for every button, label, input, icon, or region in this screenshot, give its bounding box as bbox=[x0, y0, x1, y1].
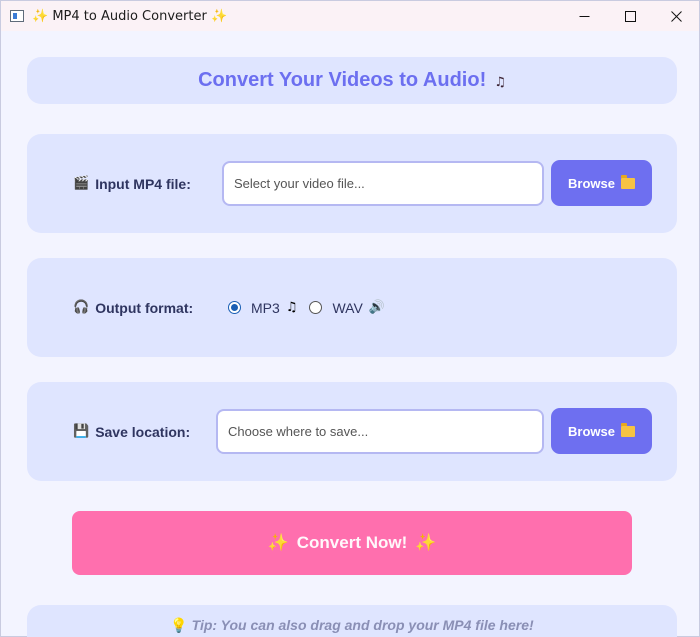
save-location-placeholder: Choose where to save... bbox=[228, 424, 369, 439]
save-location-field[interactable]: Choose where to save... bbox=[216, 409, 544, 454]
minimize-icon bbox=[579, 15, 589, 17]
headphones-icon: 🎧 bbox=[73, 300, 90, 315]
save-location-panel: 💾 Save location: Choose where to save...… bbox=[27, 382, 677, 481]
sparkle-icon: ✨ bbox=[267, 533, 289, 553]
format-option-mp3[interactable]: MP3 ♫ bbox=[228, 300, 297, 316]
tip-panel[interactable]: 💡 Tip: You can also drag and drop your M… bbox=[27, 605, 677, 637]
app-window: ✨ MP4 to Audio Converter ✨ Convert Your … bbox=[0, 0, 700, 637]
minimize-button[interactable] bbox=[561, 1, 607, 31]
input-file-panel: 🎬 Input MP4 file: Select your video file… bbox=[27, 134, 677, 233]
title-bar[interactable]: ✨ MP4 to Audio Converter ✨ bbox=[1, 1, 699, 31]
music-note-icon: ♫ bbox=[285, 300, 298, 315]
input-file-label: 🎬 Input MP4 file: bbox=[73, 176, 191, 192]
maximize-button[interactable] bbox=[607, 1, 653, 31]
app-icon bbox=[10, 10, 24, 22]
music-note-icon: ♫ bbox=[494, 75, 506, 90]
maximize-icon bbox=[624, 10, 636, 22]
tip-message: Tip: You can also drag and drop your MP4… bbox=[191, 617, 534, 633]
browse-save-label: Browse bbox=[568, 423, 615, 439]
save-location-label: 💾 Save location: bbox=[73, 424, 190, 440]
window-controls bbox=[561, 1, 699, 31]
close-button[interactable] bbox=[653, 1, 699, 31]
browse-input-label: Browse bbox=[568, 175, 615, 191]
output-format-label: 🎧 Output format: bbox=[73, 300, 193, 316]
speaker-icon: 🔊 bbox=[368, 300, 385, 315]
wav-label: WAV bbox=[332, 299, 363, 316]
clapperboard-icon: 🎬 bbox=[73, 176, 90, 191]
sparkle-icon: ✨ bbox=[415, 533, 437, 553]
mp3-label: MP3 bbox=[251, 299, 280, 316]
tip-text: 💡 Tip: You can also drag and drop your M… bbox=[27, 617, 677, 634]
lightbulb-icon: 💡 bbox=[170, 618, 188, 634]
sparkle-icon: ✨ bbox=[32, 8, 49, 24]
folder-icon bbox=[620, 174, 635, 189]
convert-button[interactable]: ✨ Convert Now! ✨ bbox=[72, 511, 632, 575]
browse-input-button[interactable]: Browse bbox=[551, 160, 652, 206]
header-panel: Convert Your Videos to Audio! ♫ bbox=[27, 57, 677, 104]
browse-save-button[interactable]: Browse bbox=[551, 408, 652, 454]
input-file-label-text: Input MP4 file: bbox=[95, 175, 191, 192]
page-title-text: Convert Your Videos to Audio! bbox=[198, 69, 487, 91]
output-format-label-text: Output format: bbox=[95, 299, 194, 316]
folder-icon bbox=[620, 422, 635, 437]
convert-button-label: Convert Now! bbox=[296, 533, 408, 552]
mp3-radio[interactable] bbox=[228, 301, 241, 314]
floppy-disk-icon: 💾 bbox=[73, 424, 90, 439]
input-file-placeholder: Select your video file... bbox=[234, 176, 365, 191]
format-option-wav[interactable]: WAV 🔊 bbox=[309, 300, 385, 316]
sparkle-icon: ✨ bbox=[210, 8, 228, 24]
output-format-radio-group: MP3 ♫ WAV 🔊 bbox=[228, 300, 397, 316]
input-file-field[interactable]: Select your video file... bbox=[222, 161, 544, 206]
window-title: ✨ MP4 to Audio Converter ✨ bbox=[32, 9, 227, 24]
save-location-label-text: Save location: bbox=[95, 423, 191, 440]
page-title: Convert Your Videos to Audio! ♫ bbox=[198, 69, 506, 92]
wav-radio[interactable] bbox=[309, 301, 323, 314]
close-icon bbox=[670, 10, 682, 22]
output-format-panel: 🎧 Output format: MP3 ♫ WAV 🔊 bbox=[27, 258, 677, 357]
window-title-text: MP4 to Audio Converter bbox=[52, 8, 207, 24]
